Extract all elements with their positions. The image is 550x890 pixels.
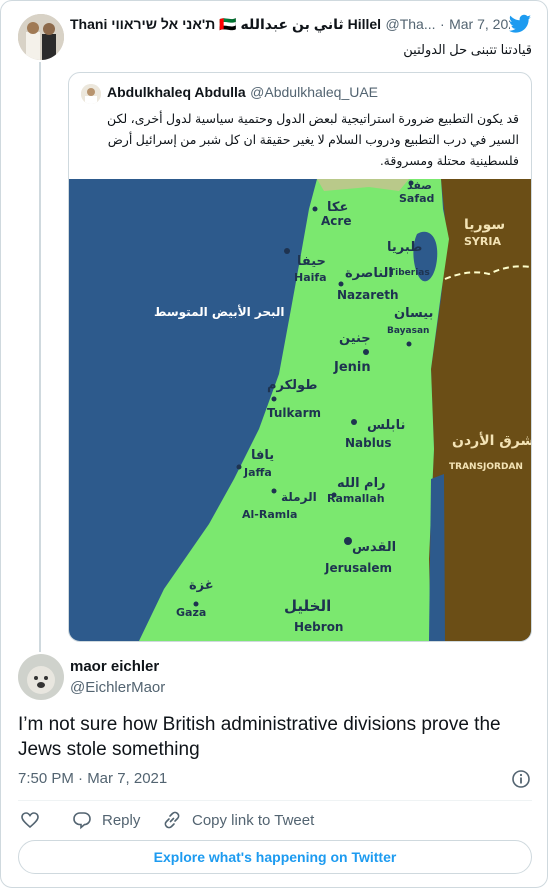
like-button[interactable] — [20, 810, 40, 830]
svg-text:Gaza: Gaza — [176, 606, 206, 619]
reply-handle[interactable]: @EichlerMaor — [70, 679, 165, 696]
svg-text:Nazareth: Nazareth — [337, 288, 399, 302]
avatar-maor-image — [18, 654, 64, 700]
svg-text:Jenin: Jenin — [333, 360, 371, 375]
explore-twitter-button[interactable]: Explore what's happening on Twitter — [18, 840, 532, 874]
svg-text:طبريا: طبريا — [387, 240, 422, 255]
svg-text:Hebron: Hebron — [294, 620, 343, 634]
explore-label: Explore what's happening on Twitter — [153, 849, 397, 865]
map-label-sea: البحر الأبيض المتوسط — [154, 304, 285, 320]
reply-timestamp[interactable]: 7:50 PM · Mar 7, 2021 — [18, 770, 167, 787]
svg-text:نابلس: نابلس — [367, 418, 405, 433]
palestine-map-image: البحر الأبيض المتوسط سوريا SYRIA شرق الأ… — [69, 179, 531, 641]
divider-line — [18, 800, 532, 801]
map-label-transjordan-en: TRANSJORDAN — [449, 462, 523, 472]
copy-link-button[interactable]: Copy link to Tweet — [162, 810, 314, 830]
reply-button[interactable]: Reply — [72, 810, 140, 830]
map-label-syria-en: SYRIA — [464, 235, 501, 248]
svg-text:حيفا: حيفا — [297, 254, 326, 269]
avatar-thani-image — [18, 14, 64, 60]
svg-text:رام الله: رام الله — [337, 476, 386, 491]
avatar-abdulkhaleq[interactable] — [81, 84, 101, 104]
svg-text:Tulkarm: Tulkarm — [267, 406, 321, 420]
svg-text:جنين: جنين — [339, 331, 371, 346]
svg-text:الرملة: الرملة — [281, 490, 317, 504]
author-handle[interactable]: @Tha... — [386, 16, 436, 32]
map-label-transjordan-ar: شرق الأردن — [452, 432, 531, 449]
avatar-thani[interactable] — [18, 14, 64, 60]
svg-text:Haifa: Haifa — [294, 271, 327, 284]
reply-icon — [73, 812, 91, 830]
info-icon[interactable] — [511, 769, 531, 789]
quoted-tweet-card[interactable]: Abdulkhaleq Abdulla @Abdulkhaleq_UAE قد … — [68, 72, 532, 642]
map-dead-sea — [429, 474, 445, 641]
reply-display-name[interactable]: maor eichler — [70, 658, 159, 675]
svg-text:غزة: غزة — [189, 578, 214, 593]
quoted-author-row: Abdulkhaleq Abdulla @Abdulkhaleq_UAE — [107, 84, 378, 102]
svg-text:Jerusalem: Jerusalem — [324, 561, 392, 575]
avatar-maor[interactable] — [18, 654, 64, 700]
svg-text:Tiberias: Tiberias — [389, 268, 430, 278]
reply-label: Reply — [102, 811, 141, 829]
quoted-tweet-text: قد يكون التطبيع ضرورة استراتيجية لبعض ال… — [106, 112, 519, 168]
svg-text:Acre: Acre — [321, 214, 351, 228]
map-label-syria-ar: سوريا — [464, 217, 505, 233]
svg-text:Al-Ramla: Al-Ramla — [242, 508, 297, 521]
heart-icon — [21, 812, 39, 829]
copy-link-label: Copy link to Tweet — [192, 811, 315, 829]
svg-text:Nablus: Nablus — [345, 436, 392, 450]
svg-text:يافا: يافا — [251, 448, 274, 463]
retweet-text: قيادتنا تتبنى حل الدولتين — [403, 42, 532, 57]
link-icon — [164, 811, 180, 829]
quoted-display-name: Abdulkhaleq Abdulla — [107, 84, 246, 100]
svg-text:Bayasan: Bayasan — [387, 326, 429, 336]
author-display-name[interactable]: Thani ת'אני אל שיראווי 🇦🇪 ثاني بن عبدالل… — [70, 16, 381, 32]
twitter-bird-icon[interactable] — [508, 14, 532, 36]
svg-text:الناصرة: الناصرة — [345, 266, 393, 281]
quoted-handle: @Abdulkhaleq_UAE — [250, 84, 379, 100]
svg-text:عكا: عكا — [327, 200, 348, 215]
svg-text:Safad: Safad — [399, 192, 434, 205]
svg-text:الخليل: الخليل — [284, 597, 331, 615]
thread-line — [39, 62, 41, 652]
separator-dot: · — [439, 16, 445, 32]
svg-text:Jaffa: Jaffa — [243, 466, 272, 479]
reply-tweet-text: I’m not sure how British administrative … — [18, 714, 501, 760]
svg-text:طولكرم: طولكرم — [267, 378, 317, 393]
svg-text:القدس: القدس — [352, 540, 396, 555]
tweet-date[interactable]: Mar 7, 2021 — [449, 16, 510, 32]
retweet-header-row: Thani ת'אני אל שיראווי 🇦🇪 ثاني بن عبدالل… — [70, 16, 510, 36]
svg-text:بيسان: بيسان — [394, 306, 433, 321]
avatar-abdulkhaleq-image — [81, 84, 101, 104]
